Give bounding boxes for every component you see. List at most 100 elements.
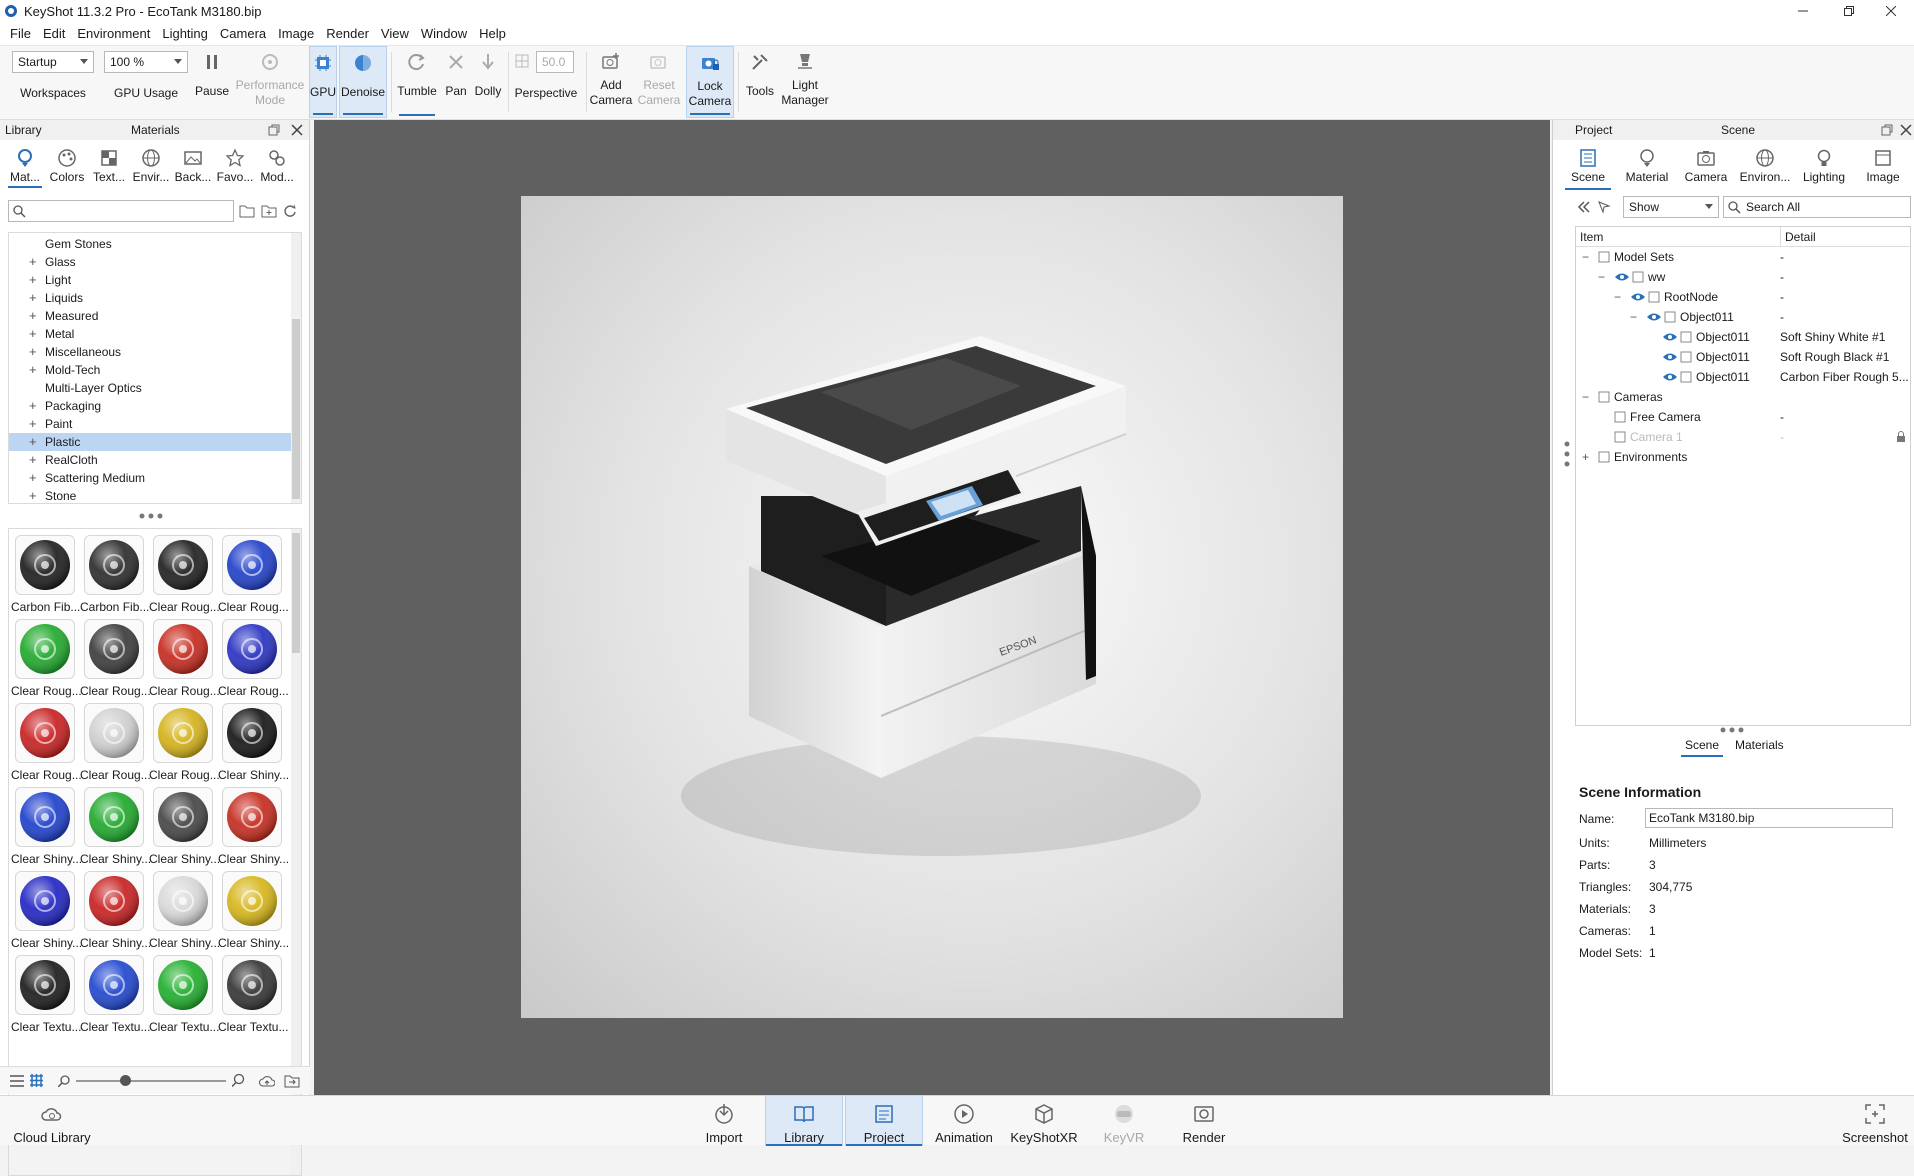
- tab-scene[interactable]: Scene: [1559, 144, 1617, 190]
- tab-image[interactable]: Image: [1854, 144, 1912, 190]
- material-thumbnail[interactable]: Clear Textu...: [80, 951, 150, 1035]
- collapse-icon[interactable]: −: [1582, 247, 1589, 267]
- performance-mode-button[interactable]: Performance Mode: [234, 46, 306, 118]
- menu-image[interactable]: Image: [272, 22, 320, 46]
- visibility-filter-select[interactable]: Show: [1623, 196, 1719, 218]
- material-thumbnail[interactable]: Carbon Fib...: [11, 531, 80, 615]
- list-view-icon[interactable]: [10, 1075, 24, 1087]
- add-folder-icon[interactable]: [261, 204, 277, 218]
- collapse-icon[interactable]: −: [1614, 287, 1621, 307]
- keyvr-button[interactable]: KeyVR: [1085, 1096, 1163, 1146]
- open-folder-icon[interactable]: [239, 204, 255, 218]
- visibility-eye-icon[interactable]: [1662, 332, 1678, 342]
- tab-colors[interactable]: Colors: [46, 144, 88, 188]
- menu-edit[interactable]: Edit: [37, 22, 71, 46]
- reset-camera-button[interactable]: Reset Camera: [636, 46, 682, 118]
- menu-lighting[interactable]: Lighting: [156, 22, 214, 46]
- tab-favorites[interactable]: Favo...: [214, 144, 256, 188]
- project-button[interactable]: Project: [845, 1096, 923, 1146]
- expand-icon[interactable]: +: [29, 397, 37, 415]
- close-panel-icon[interactable]: [291, 124, 303, 136]
- tree-item-liquids[interactable]: + Liquids: [9, 289, 291, 307]
- denoise-toggle[interactable]: Denoise: [339, 46, 387, 118]
- tab-environments[interactable]: Envir...: [130, 144, 172, 188]
- scene-tree-row[interactable]: Object011 Carbon Fiber Rough 5...: [1576, 367, 1910, 387]
- material-thumbnail[interactable]: Clear Shiny...: [11, 783, 82, 867]
- material-thumbnail[interactable]: Clear Textu...: [11, 951, 81, 1035]
- scene-tree-row[interactable]: Object011 Soft Shiny White #1: [1576, 327, 1910, 347]
- menu-view[interactable]: View: [375, 22, 415, 46]
- material-thumbnail[interactable]: Clear Roug...: [80, 699, 151, 783]
- expand-icon[interactable]: +: [29, 361, 37, 379]
- grid-view-icon[interactable]: [30, 1074, 43, 1087]
- scene-search-input[interactable]: Search All: [1723, 196, 1911, 218]
- scene-tree-row[interactable]: − Model Sets -: [1576, 247, 1910, 267]
- expand-icon[interactable]: +: [29, 343, 37, 361]
- expand-icon[interactable]: +: [29, 271, 37, 289]
- material-thumbnail[interactable]: Clear Shiny...: [149, 867, 220, 951]
- zoom-in-icon[interactable]: [232, 1074, 245, 1087]
- gpu-usage-select[interactable]: 100 %: [104, 51, 188, 73]
- tree-item-multi-layer-optics[interactable]: Multi-Layer Optics: [9, 379, 291, 397]
- scene-tree-row[interactable]: − RootNode -: [1576, 287, 1910, 307]
- tree-item-packaging[interactable]: + Packaging: [9, 397, 291, 415]
- maximize-button[interactable]: [1826, 0, 1872, 22]
- expand-icon[interactable]: +: [29, 451, 37, 469]
- collapse-icon[interactable]: −: [1630, 307, 1637, 327]
- tree-item-miscellaneous[interactable]: + Miscellaneous: [9, 343, 291, 361]
- visibility-eye-icon[interactable]: [1614, 272, 1630, 282]
- tools-button[interactable]: Tools: [742, 46, 778, 118]
- render-canvas[interactable]: EPSON: [521, 196, 1343, 1018]
- splitter-handle-icon[interactable]: [1719, 726, 1753, 734]
- material-thumbnail[interactable]: Clear Roug...: [218, 531, 289, 615]
- render-button[interactable]: Render: [1165, 1096, 1243, 1146]
- tree-item-mold-tech[interactable]: + Mold-Tech: [9, 361, 291, 379]
- tab-models[interactable]: Mod...: [256, 144, 298, 188]
- tree-item-scattering-medium[interactable]: + Scattering Medium: [9, 469, 291, 487]
- tab-backplates[interactable]: Back...: [172, 144, 214, 188]
- screenshot-button[interactable]: Screenshot: [1836, 1096, 1914, 1146]
- tab-material[interactable]: Material: [1618, 144, 1676, 190]
- menu-window[interactable]: Window: [415, 22, 473, 46]
- scene-tree-row[interactable]: − Object011 -: [1576, 307, 1910, 327]
- expand-icon[interactable]: +: [29, 289, 37, 307]
- gpu-toggle[interactable]: GPU: [309, 46, 337, 118]
- pause-button[interactable]: Pause: [192, 46, 232, 118]
- dolly-button[interactable]: Dolly: [471, 46, 505, 118]
- collapse-icon[interactable]: −: [1598, 267, 1605, 287]
- material-thumbnail[interactable]: Clear Roug...: [149, 699, 220, 783]
- thumbnail-size-slider[interactable]: [76, 1075, 226, 1086]
- column-detail[interactable]: Detail: [1780, 227, 1816, 247]
- visibility-eye-icon[interactable]: [1662, 352, 1678, 362]
- scene-tree-row[interactable]: Object011 Soft Rough Black #1: [1576, 347, 1910, 367]
- material-thumbnail[interactable]: Clear Shiny...: [80, 867, 151, 951]
- expand-icon[interactable]: +: [29, 307, 37, 325]
- keyshotxr-button[interactable]: KeyShotXR: [1005, 1096, 1083, 1146]
- expand-icon[interactable]: +: [29, 415, 37, 433]
- visibility-eye-icon[interactable]: [1630, 292, 1646, 302]
- tree-item-stone[interactable]: + Stone: [9, 487, 291, 503]
- scene-tree-row[interactable]: − Cameras: [1576, 387, 1910, 407]
- expand-icon[interactable]: +: [29, 325, 37, 343]
- column-item[interactable]: Item: [1580, 230, 1603, 244]
- material-thumbnail[interactable]: Clear Shiny...: [218, 867, 289, 951]
- material-thumbnail[interactable]: Clear Roug...: [149, 531, 220, 615]
- collapse-panel-icon[interactable]: [1577, 200, 1591, 214]
- close-window-button[interactable]: [1868, 0, 1914, 22]
- expand-icon[interactable]: +: [1582, 447, 1589, 467]
- tab-environment[interactable]: Environ...: [1736, 144, 1794, 190]
- animation-button[interactable]: Animation: [925, 1096, 1003, 1146]
- menu-file[interactable]: File: [4, 22, 37, 46]
- library-search-input[interactable]: [8, 200, 234, 222]
- tab-materials[interactable]: Mat...: [4, 144, 46, 188]
- tree-item-plastic[interactable]: + Plastic: [9, 433, 291, 451]
- tab-camera[interactable]: Camera: [1677, 144, 1735, 190]
- close-panel-icon[interactable]: [1900, 124, 1912, 136]
- expand-icon[interactable]: +: [29, 433, 37, 451]
- cloud-library-button[interactable]: Cloud Library: [12, 1096, 92, 1146]
- tab-lighting[interactable]: Lighting: [1795, 144, 1853, 190]
- refresh-icon[interactable]: [283, 204, 297, 218]
- scene-tree-row[interactable]: + Environments: [1576, 447, 1910, 467]
- expand-icon[interactable]: +: [29, 253, 37, 271]
- undock-icon[interactable]: [268, 124, 280, 136]
